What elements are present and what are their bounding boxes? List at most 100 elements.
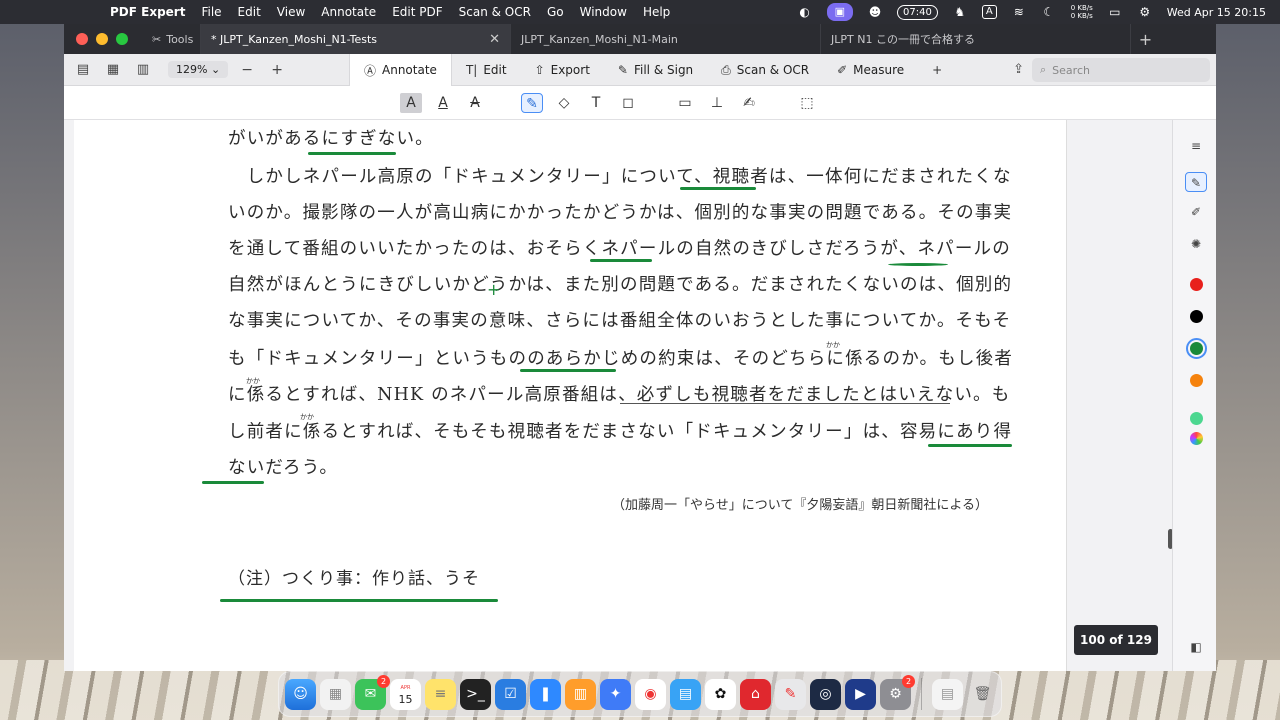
color-green-swatch[interactable] <box>1186 338 1207 359</box>
status-moon-icon[interactable]: ◐ <box>797 5 813 19</box>
control-center-icon[interactable]: ⚙ <box>1137 5 1153 19</box>
menu-edit[interactable]: Edit <box>230 5 269 19</box>
highlight-text-icon[interactable]: A <box>400 93 422 113</box>
collapse-panel-icon[interactable]: ◧ <box>1185 637 1207 657</box>
thumbnails-icon[interactable]: ▦ <box>98 62 128 77</box>
cat-icon[interactable]: ☻ <box>867 5 883 19</box>
mode-scan-ocr[interactable]: ⎙ Scan & OCR <box>707 54 823 86</box>
new-tab-button[interactable]: + <box>1130 24 1160 54</box>
mode-annotate[interactable]: Ⓐ Annotate <box>349 54 452 86</box>
menu-edit-pdf[interactable]: Edit PDF <box>384 5 450 19</box>
menu-go[interactable]: Go <box>539 5 572 19</box>
search-input[interactable]: ⌕ Search <box>1032 58 1210 82</box>
share-icon[interactable]: ⇪ <box>1013 62 1024 77</box>
moon-icon[interactable]: ☾ <box>1041 5 1057 19</box>
terminal-icon[interactable]: >_ <box>460 678 491 710</box>
mode-export[interactable]: ⇧ Export <box>521 54 604 86</box>
menu-scan-ocr[interactable]: Scan & OCR <box>451 5 539 19</box>
trash-icon[interactable]: 🗑 <box>967 679 998 710</box>
calendar-icon[interactable]: APR 15 <box>390 678 421 710</box>
ink-underline-2[interactable] <box>680 187 756 190</box>
text-line-6: な事実についてか、その事実の意味、さらには番組全体のいおうとした事についてか。そ… <box>228 311 1012 331</box>
zoom-select[interactable]: 129% ⌄ <box>168 61 229 78</box>
strikethrough-text-icon[interactable]: A <box>464 93 486 113</box>
pen-style-icon[interactable]: ✎ <box>1185 172 1207 192</box>
columns-app-icon[interactable]: ▤ <box>670 678 701 710</box>
chrome-icon[interactable]: ◉ <box>635 678 666 710</box>
documents-stack-icon[interactable]: ▤ <box>932 678 963 710</box>
zoom-in-button[interactable]: + <box>266 62 288 78</box>
area-select-icon[interactable]: ⬚ <box>796 93 818 113</box>
maximize-window-button[interactable] <box>116 33 128 45</box>
tab-main-document[interactable]: JLPT_Kanzen_Moshi_N1-Main <box>510 24 820 54</box>
add-mode-button[interactable]: + <box>918 54 956 86</box>
tab-active-label: * JLPT_Kanzen_Moshi_N1-Tests <box>211 32 378 46</box>
menu-file[interactable]: File <box>193 5 229 19</box>
video-app-icon[interactable]: ▶ <box>845 678 876 710</box>
comment-icon[interactable]: ▭ <box>674 93 696 113</box>
ink-underline-4[interactable] <box>888 263 948 266</box>
timer-badge[interactable]: 07:40 <box>897 4 938 20</box>
menu-view[interactable]: View <box>269 5 313 19</box>
text-underline-grey[interactable] <box>620 403 950 404</box>
app-menu[interactable]: PDF Expert <box>104 5 193 19</box>
mode-edit[interactable]: T| Edit <box>452 54 521 86</box>
zoom-out-button[interactable]: − <box>236 62 258 78</box>
color-picker-icon[interactable] <box>1190 432 1203 445</box>
ink-underline-1[interactable] <box>308 152 396 155</box>
ink-underline-7[interactable] <box>202 481 264 484</box>
brightness-icon[interactable]: ✺ <box>1185 234 1207 254</box>
messages-icon[interactable]: ✉ 2 <box>355 674 390 710</box>
launchpad-icon[interactable]: ▦ <box>320 678 351 710</box>
signature-icon[interactable]: ✍ <box>738 93 760 113</box>
tab-active-document[interactable]: * JLPT_Kanzen_Moshi_N1-Tests ✕ <box>200 24 510 54</box>
text-box-icon[interactable]: T <box>585 93 607 113</box>
color-mint-swatch[interactable] <box>1190 412 1203 425</box>
mode-measure-label: Measure <box>853 63 905 77</box>
ink-underline-3[interactable] <box>590 259 652 262</box>
color-red-swatch[interactable] <box>1190 278 1203 291</box>
sparkle-app-icon[interactable]: ✦ <box>600 678 631 710</box>
underline-text-icon[interactable]: A <box>432 93 454 113</box>
menu-annotate[interactable]: Annotate <box>313 5 384 19</box>
ink-underline-5[interactable] <box>520 369 616 372</box>
wifi-icon[interactable]: ≋ <box>1011 5 1027 19</box>
clock[interactable]: Wed Apr 15 20:15 <box>1167 6 1266 19</box>
chatgpt-icon[interactable]: ✿ <box>705 678 736 710</box>
shapes-icon[interactable]: ◻ <box>617 93 639 113</box>
input-source-icon[interactable]: A <box>981 5 997 19</box>
screen-record-icon[interactable]: ▣ <box>826 3 854 21</box>
color-black-swatch[interactable] <box>1190 310 1203 323</box>
minimize-window-button[interactable] <box>96 33 108 45</box>
system-settings-icon[interactable]: ⚙ 2 <box>880 674 915 710</box>
obs-icon[interactable]: ◎ <box>810 678 841 710</box>
page-view-icon[interactable]: ▥ <box>128 62 158 77</box>
bookmarks-icon[interactable]: ❚ <box>530 678 561 710</box>
mode-measure[interactable]: ✐ Measure <box>823 54 918 86</box>
ink-underline-8[interactable] <box>220 599 498 602</box>
tab-tools[interactable]: ✂ Tools <box>142 24 200 54</box>
menu-lines-icon[interactable]: ≡ <box>1185 136 1207 156</box>
pdf-expert-icon[interactable]: ⌂ <box>740 678 771 710</box>
eraser-icon[interactable]: ◇ <box>553 93 575 113</box>
menu-help[interactable]: Help <box>635 5 678 19</box>
battery-icon[interactable]: ▭ <box>1107 5 1123 19</box>
mode-fill-sign[interactable]: ✎ Fill & Sign <box>604 54 707 86</box>
ink-underline-6[interactable] <box>928 444 1012 447</box>
color-orange-swatch[interactable] <box>1190 374 1203 387</box>
horse-icon[interactable]: ♞ <box>952 5 968 19</box>
pen-icon[interactable]: ✎ <box>521 93 543 113</box>
pen-app-icon[interactable]: ✎ <box>775 678 806 710</box>
stamp-icon[interactable]: ⊥ <box>706 93 728 113</box>
tasks-icon[interactable]: ☑ <box>495 678 526 710</box>
finder-icon[interactable]: ☺ <box>285 678 316 710</box>
notes-icon[interactable]: ≡ <box>425 678 456 710</box>
highlighter-style-icon[interactable]: ✐ <box>1185 202 1207 222</box>
menu-window[interactable]: Window <box>572 5 635 19</box>
books-icon[interactable]: ▥ <box>565 678 596 710</box>
sidebar-toggle-icon[interactable]: ▤ <box>68 62 98 77</box>
tab-n1-book[interactable]: JLPT N1 この一冊で合格する <box>820 24 1130 54</box>
close-tab-icon[interactable]: ✕ <box>489 32 500 47</box>
close-window-button[interactable] <box>76 33 88 45</box>
document-area: がいがあるにすぎない。 しかしネパール高原の「ドキュメンタリー」について、視聴者… <box>64 120 1216 671</box>
